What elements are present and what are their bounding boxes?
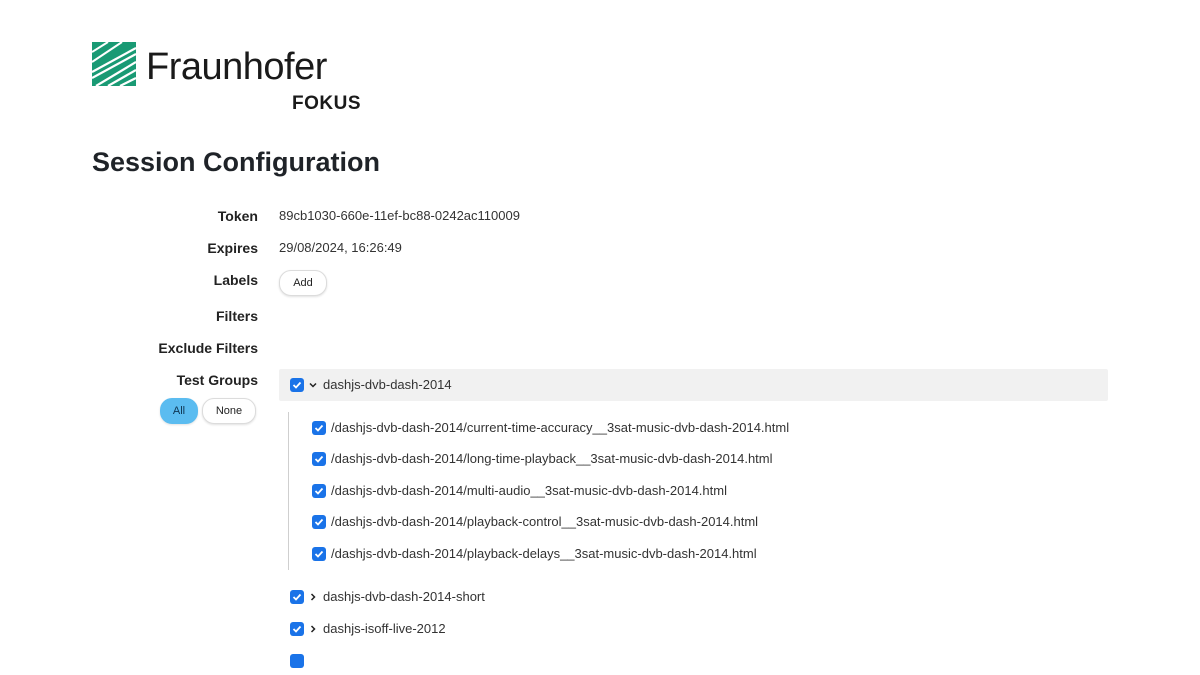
checkmark-icon [314, 424, 324, 432]
token-value: 89cb1030-660e-11ef-bc88-0242ac110009 [279, 208, 520, 223]
test-checkbox[interactable] [312, 515, 326, 529]
chevron-down-icon[interactable] [309, 381, 317, 389]
group-checkbox-dashjs-isoff-live-2012[interactable] [290, 622, 304, 636]
group-checkbox-partial[interactable] [290, 654, 304, 668]
test-checkbox[interactable] [312, 421, 326, 435]
checkmark-icon [314, 550, 324, 558]
checkmark-icon [314, 487, 324, 495]
page-title: Session Configuration [92, 147, 381, 177]
chevron-right-icon[interactable] [309, 593, 317, 601]
group-name: dashjs-isoff-live-2012 [323, 621, 446, 636]
brand-sub: FOKUS [292, 93, 361, 114]
brand-name: Fraunhofer [146, 46, 327, 88]
test-item: /dashjs-dvb-dash-2014/current-time-accur… [331, 420, 790, 435]
labels-label: Labels [213, 272, 258, 288]
test-item: /dashjs-dvb-dash-2014/playback-control__… [331, 514, 759, 529]
test-item: /dashjs-dvb-dash-2014/playback-delays__3… [331, 546, 757, 561]
select-none-button[interactable]: None [202, 398, 256, 424]
test-item: /dashjs-dvb-dash-2014/multi-audio__3sat-… [331, 483, 727, 498]
group-checkbox-dashjs-dvb-dash-2014-short[interactable] [290, 590, 304, 604]
checkmark-icon [314, 455, 324, 463]
exclude-filters-label: Exclude Filters [158, 340, 258, 356]
select-all-button[interactable]: All [160, 398, 198, 424]
fraunhofer-logo: Fraunhofer FOKUS [92, 42, 362, 114]
test-checkbox[interactable] [312, 547, 326, 561]
filters-label: Filters [215, 308, 258, 324]
fraunhofer-logo-mark-icon [92, 42, 136, 86]
token-label: Token [217, 208, 258, 224]
group-name: dashjs-dvb-dash-2014 [323, 377, 452, 392]
expires-value: 29/08/2024, 16:26:49 [279, 240, 402, 255]
checkmark-icon [314, 518, 324, 526]
group-name: dashjs-dvb-dash-2014-short [323, 589, 485, 604]
tree-indent-line [288, 412, 289, 570]
checkmark-icon [292, 593, 302, 601]
checkmark-icon [292, 381, 302, 389]
test-checkbox[interactable] [312, 484, 326, 498]
test-checkbox[interactable] [312, 452, 326, 466]
chevron-right-icon[interactable] [309, 625, 317, 633]
test-groups-label: Test Groups [176, 372, 258, 388]
checkmark-icon [292, 625, 302, 633]
group-checkbox-dashjs-dvb-dash-2014[interactable] [290, 378, 304, 392]
expires-label: Expires [207, 240, 258, 256]
test-item: /dashjs-dvb-dash-2014/long-time-playback… [331, 451, 773, 466]
add-label-button[interactable]: Add [279, 270, 327, 296]
